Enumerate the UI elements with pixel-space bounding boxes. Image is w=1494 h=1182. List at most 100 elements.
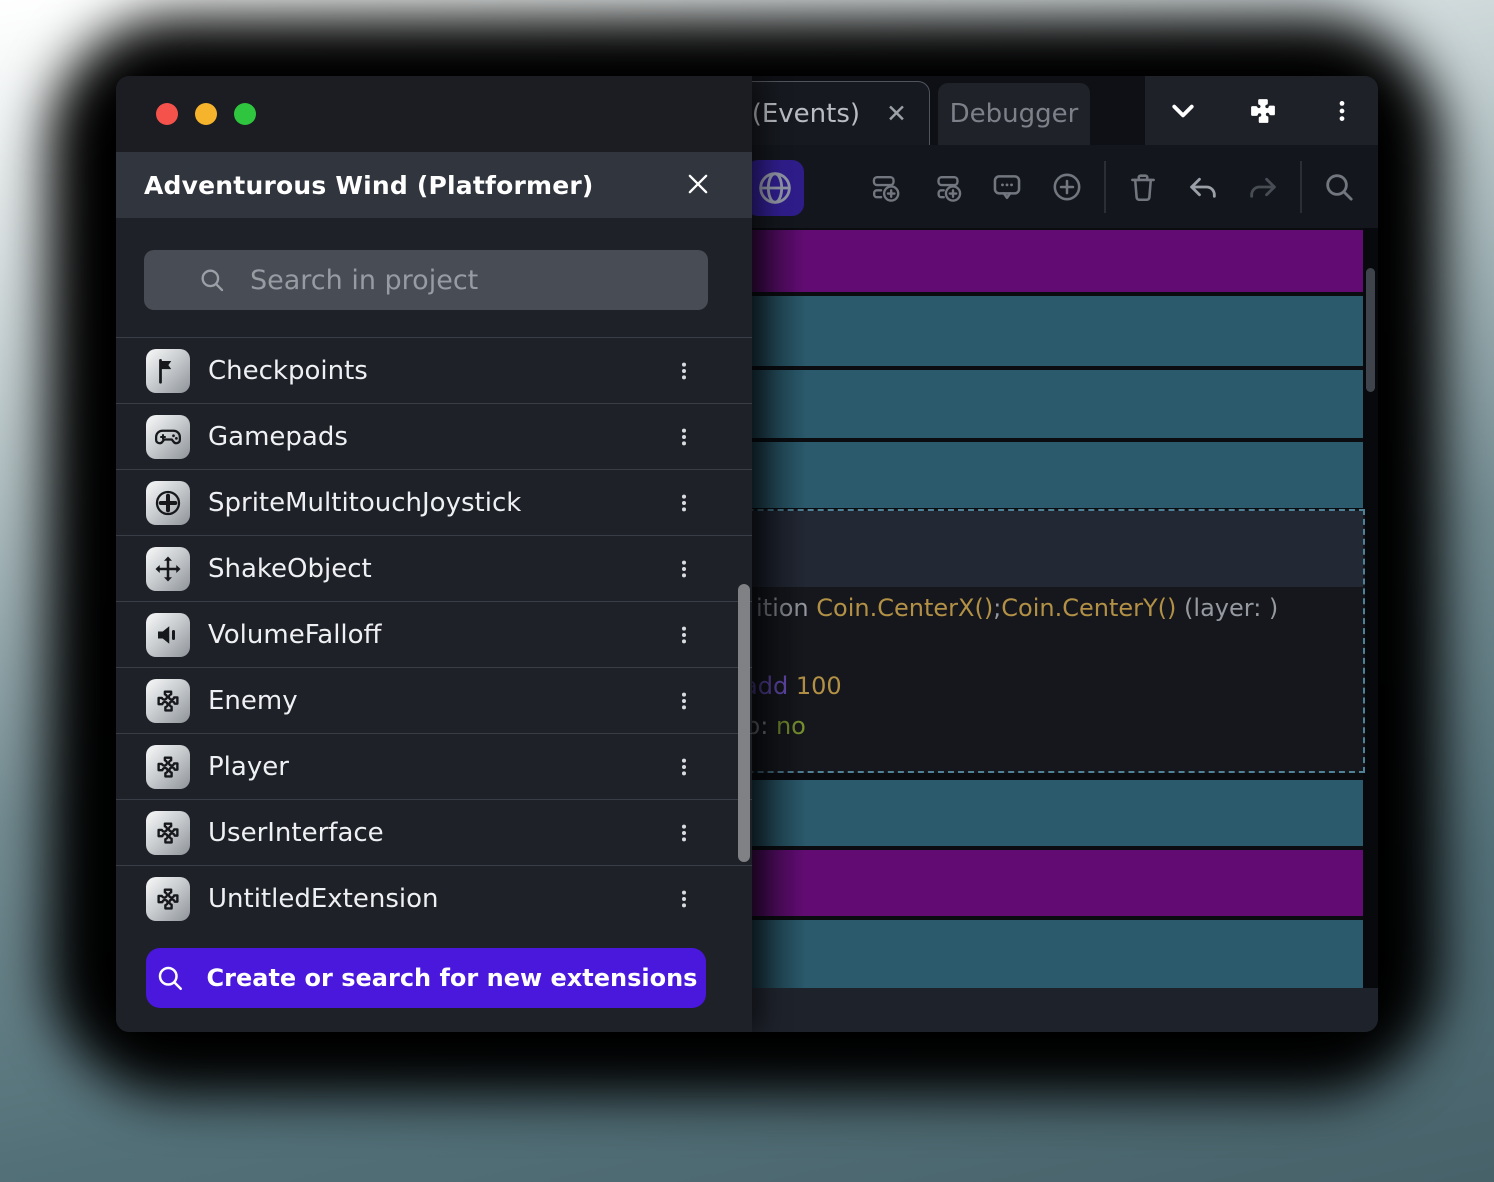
extension-label: Player: [208, 752, 289, 782]
puzzle-icon: [153, 686, 183, 716]
extension-item[interactable]: SpriteMultitouchJoystick: [116, 469, 752, 535]
events-scrollbar[interactable]: [1366, 268, 1375, 392]
code-segment: Coin.CenterY(): [1001, 594, 1176, 622]
trash-button[interactable]: [1120, 164, 1166, 210]
puzzle-icon: [153, 752, 183, 782]
joystick-icon: [153, 488, 183, 518]
search-icon: [1322, 170, 1356, 204]
add-subevent-button[interactable]: [924, 164, 970, 210]
add-event-button[interactable]: [864, 164, 910, 210]
search-icon: [155, 963, 185, 993]
toolbar-divider: [1104, 161, 1106, 213]
extension-item[interactable]: Enemy: [116, 667, 752, 733]
gamepad-icon: [146, 415, 190, 459]
close-tab-icon[interactable]: ✕: [886, 101, 907, 126]
extension-label: Enemy: [208, 686, 298, 716]
tab-debugger[interactable]: Debugger: [938, 83, 1090, 145]
minimize-window-button[interactable]: [195, 103, 217, 125]
item-menu-button[interactable]: [672, 483, 696, 523]
trash-icon: [1126, 170, 1160, 204]
kebab-menu-icon: [673, 426, 695, 448]
tab-debugger-label: Debugger: [950, 99, 1079, 129]
puzzle-piece-icon: [1246, 94, 1280, 128]
puzzle-icon: [153, 818, 183, 848]
move-icon: [153, 554, 183, 584]
kebab-menu-icon: [673, 624, 695, 646]
close-panel-button[interactable]: [683, 169, 713, 199]
close-icon: [684, 170, 712, 198]
project-manager-panel: Adventurous Wind (Platformer) Checkpoint…: [116, 76, 752, 1032]
add-event-icon: [870, 170, 904, 204]
puzzle-icon: [146, 745, 190, 789]
code-segment: (layer: ): [1176, 594, 1278, 622]
add-comment-icon: [990, 170, 1024, 204]
kebab-menu-icon: [673, 888, 695, 910]
more-options-button[interactable]: [1318, 87, 1366, 135]
kebab-menu-icon: [673, 492, 695, 514]
create-extension-label: Create or search for new extensions: [207, 964, 698, 992]
add-comment-button[interactable]: [984, 164, 1030, 210]
move-icon: [146, 547, 190, 591]
kebab-menu-icon: [673, 558, 695, 580]
extension-item[interactable]: UntitledExtension: [116, 865, 752, 931]
code-segment: 100: [796, 672, 842, 700]
code-segment: Coin.CenterX(): [816, 594, 993, 622]
window-titlebar[interactable]: [116, 76, 752, 152]
item-menu-button[interactable]: [672, 747, 696, 787]
extension-item[interactable]: Gamepads: [116, 403, 752, 469]
toggle-network-preview-button[interactable]: [746, 160, 804, 216]
app-window: (Events) ✕ Debugger ition Coin.CenterX()…: [116, 76, 1378, 1032]
item-menu-button[interactable]: [672, 681, 696, 721]
flag-icon: [146, 349, 190, 393]
extension-item[interactable]: Player: [116, 733, 752, 799]
chevron-down-icon: [1168, 96, 1198, 126]
search-button[interactable]: [1316, 164, 1362, 210]
extension-label: ShakeObject: [208, 554, 372, 584]
extension-item[interactable]: VolumeFalloff: [116, 601, 752, 667]
extensions-button[interactable]: [1239, 87, 1287, 135]
item-menu-button[interactable]: [672, 879, 696, 919]
search-icon: [198, 266, 226, 294]
window-actions-cluster: [1145, 76, 1378, 145]
item-menu-button[interactable]: [672, 615, 696, 655]
panel-scrollbar[interactable]: [738, 584, 750, 862]
puzzle-icon: [146, 679, 190, 723]
globe-icon: [755, 168, 795, 208]
kebab-menu-icon: [673, 756, 695, 778]
redo-button[interactable]: [1240, 164, 1286, 210]
project-search[interactable]: [144, 250, 708, 310]
event-action-text: ition Coin.CenterX();Coin.CenterY() (lay…: [756, 594, 1278, 622]
event-action-text: add 100: [743, 672, 842, 700]
extension-label: UserInterface: [208, 818, 384, 848]
zoom-window-button[interactable]: [234, 103, 256, 125]
panel-header: Adventurous Wind (Platformer): [116, 152, 752, 218]
create-extension-button[interactable]: Create or search for new extensions: [146, 948, 706, 1008]
search-icon: [155, 963, 185, 993]
gamepad-icon: [153, 422, 183, 452]
item-menu-button[interactable]: [672, 549, 696, 589]
item-menu-button[interactable]: [672, 417, 696, 457]
add-subevent-icon: [930, 170, 964, 204]
chevron-down-button[interactable]: [1159, 87, 1207, 135]
puzzle-icon: [146, 811, 190, 855]
extension-item[interactable]: ShakeObject: [116, 535, 752, 601]
tab-events-label: (Events): [752, 99, 860, 129]
extension-item[interactable]: UserInterface: [116, 799, 752, 865]
puzzle-icon: [153, 884, 183, 914]
traffic-lights: [156, 103, 256, 125]
joystick-icon: [146, 481, 190, 525]
undo-button[interactable]: [1180, 164, 1226, 210]
close-window-button[interactable]: [156, 103, 178, 125]
item-menu-button[interactable]: [672, 813, 696, 853]
add-circle-icon: [1050, 170, 1084, 204]
kebab-menu-icon: [673, 822, 695, 844]
code-segment: no: [776, 712, 806, 740]
kebab-menu-icon: [673, 690, 695, 712]
search-input[interactable]: [248, 264, 692, 297]
item-menu-button[interactable]: [672, 351, 696, 391]
extension-label: Checkpoints: [208, 356, 368, 386]
flag-icon: [153, 356, 183, 386]
panel-title: Adventurous Wind (Platformer): [144, 171, 594, 200]
extension-item[interactable]: Checkpoints: [116, 337, 752, 403]
add-circle-button[interactable]: [1044, 164, 1090, 210]
